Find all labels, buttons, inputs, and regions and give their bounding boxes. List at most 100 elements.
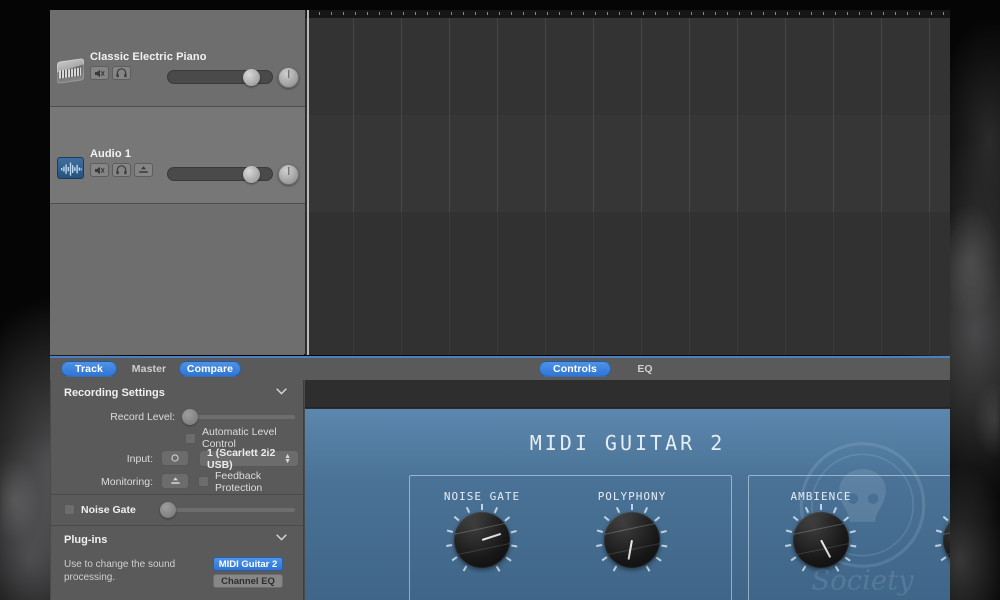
- compare-button[interactable]: Compare: [179, 361, 241, 377]
- timeline-ruler[interactable]: [306, 10, 950, 18]
- ruler-tick: [415, 12, 416, 15]
- ruler-tick: [751, 12, 752, 15]
- volume-slider[interactable]: [167, 69, 273, 86]
- plugin-slot-channel-eq[interactable]: Channel EQ: [213, 574, 283, 588]
- empty-track-area[interactable]: [50, 204, 305, 354]
- monitoring-button[interactable]: [161, 473, 189, 489]
- monitor-icon: [170, 477, 180, 484]
- automatic-level-control-checkbox[interactable]: [185, 432, 196, 444]
- volume-slider[interactable]: [167, 166, 273, 183]
- ruler-tick: [595, 12, 596, 15]
- ruler-tick: [811, 12, 812, 15]
- knob-tick: [616, 507, 621, 514]
- track-header-classic-electric-piano[interactable]: Classic Electric Piano: [50, 10, 305, 107]
- ruler-tick: [571, 12, 572, 15]
- track-lane-2[interactable]: [306, 115, 950, 212]
- noise-gate-slider[interactable]: [160, 502, 295, 518]
- ruler-tick: [499, 12, 500, 15]
- record-level-slider-thumb[interactable]: [182, 409, 198, 425]
- knob-noise-gate[interactable]: [454, 512, 510, 568]
- ruler-tick: [619, 12, 620, 15]
- track-button-group: [90, 163, 153, 177]
- plugin-slot-midi-guitar-2[interactable]: MIDI Guitar 2: [213, 557, 283, 571]
- knob-tick: [661, 544, 668, 547]
- ruler-tick: [907, 12, 908, 15]
- monitoring-row: Monitoring: Feedback Protection: [51, 470, 303, 494]
- tab-track[interactable]: Track: [61, 361, 117, 377]
- pan-knob[interactable]: [278, 164, 299, 185]
- plugin-panel-left: NOISE GATE VELOCITY GAIN POLYPHONY: [409, 475, 732, 600]
- knob-tick: [785, 544, 792, 547]
- knob-ambience[interactable]: [793, 512, 849, 568]
- timeline-area[interactable]: [306, 10, 950, 355]
- plugins-description-line1: Use to change the sound: [64, 559, 176, 570]
- knob-tick: [942, 516, 949, 522]
- volume-slider-thumb[interactable]: [242, 69, 260, 86]
- mute-button[interactable]: [90, 66, 109, 80]
- tab-eq[interactable]: EQ: [615, 361, 675, 377]
- record-enable-button[interactable]: [134, 163, 153, 177]
- headphone-button[interactable]: [112, 163, 131, 177]
- knob-tick: [511, 544, 518, 547]
- plugins-body: Use to change the sound processing. MIDI…: [51, 554, 303, 596]
- tab-master[interactable]: Master: [121, 361, 177, 377]
- input-source-popup[interactable]: 1 (Scarlett 2i2 USB) ▲ ▼: [199, 447, 299, 471]
- track-header-audio-1[interactable]: Audio 1: [50, 107, 305, 204]
- knob-tick: [656, 556, 662, 562]
- recording-settings-header[interactable]: Recording Settings: [51, 380, 303, 406]
- mute-icon: [95, 166, 105, 174]
- input-row: Input: 1 (Scarlett 2i2 USB) ▲ ▼: [51, 447, 303, 471]
- ruler-tick: [799, 12, 800, 15]
- ruler-tick: [643, 12, 644, 15]
- knob-tick: [802, 565, 807, 572]
- ruler-tick: [727, 12, 728, 15]
- ruler-tick: [559, 12, 560, 15]
- plugin-window-midi-guitar-2: Society MIDI GUITAR 2 NOISE GATE VE: [305, 380, 950, 600]
- playhead[interactable]: [307, 10, 309, 355]
- noise-gate-slider-thumb[interactable]: [160, 502, 176, 518]
- ruler-tick: [895, 12, 896, 15]
- ruler-tick: [319, 12, 320, 15]
- knob-top-label: AMBIENCE: [790, 490, 852, 503]
- plugin-body: Society MIDI GUITAR 2 NOISE GATE VE: [305, 409, 950, 600]
- record-level-slider[interactable]: [182, 409, 295, 425]
- ruler-tick: [379, 12, 380, 15]
- knob-tick: [850, 544, 857, 547]
- plugin-titlebar[interactable]: [305, 380, 950, 408]
- plugins-header[interactable]: Plug-ins: [51, 526, 303, 554]
- ruler-tick: [883, 12, 884, 15]
- ruler-tick: [475, 12, 476, 15]
- knob-tick: [849, 529, 856, 533]
- feedback-protection-checkbox[interactable]: [198, 476, 209, 487]
- knob-tick: [602, 556, 608, 562]
- tab-controls[interactable]: Controls: [539, 361, 611, 377]
- chevron-down-icon[interactable]: [276, 534, 287, 541]
- chevron-updown-icon[interactable]: ▲ ▼: [284, 453, 291, 465]
- headphone-button[interactable]: [112, 66, 131, 80]
- pan-knob[interactable]: [278, 67, 299, 88]
- record-level-row: Record Level:: [51, 406, 303, 428]
- mute-button[interactable]: [90, 163, 109, 177]
- knob-polyphony[interactable]: [604, 512, 660, 568]
- automatic-level-control-row[interactable]: Automatic Level Control: [51, 426, 303, 450]
- empty-lane-area[interactable]: [306, 212, 950, 355]
- input-source-value: 1 (Scarlett 2i2 USB): [207, 446, 276, 471]
- knob-top-label: POLYPHONY: [597, 490, 667, 503]
- ruler-tick: [715, 12, 716, 15]
- input-record-button[interactable]: [161, 450, 189, 466]
- ruler-tick: [667, 12, 668, 15]
- ruler-tick: [679, 12, 680, 15]
- noise-gate-checkbox[interactable]: [64, 504, 75, 515]
- volume-slider-thumb[interactable]: [242, 166, 260, 183]
- knob-tick: [453, 516, 460, 522]
- plugin-panel-right: AMBIENCE VELOCITY CURVE: [748, 475, 950, 600]
- ruler-tick: [535, 12, 536, 15]
- chevron-down-icon[interactable]: [276, 388, 287, 395]
- plugins-description-line2: processing.: [64, 572, 116, 583]
- section-title: Plug-ins: [64, 534, 108, 546]
- track-lane-1[interactable]: [306, 18, 950, 115]
- ruler-tick: [523, 12, 524, 15]
- knob-tick: [631, 504, 633, 510]
- knob-tick: [496, 565, 501, 572]
- ruler-tick: [403, 12, 404, 15]
